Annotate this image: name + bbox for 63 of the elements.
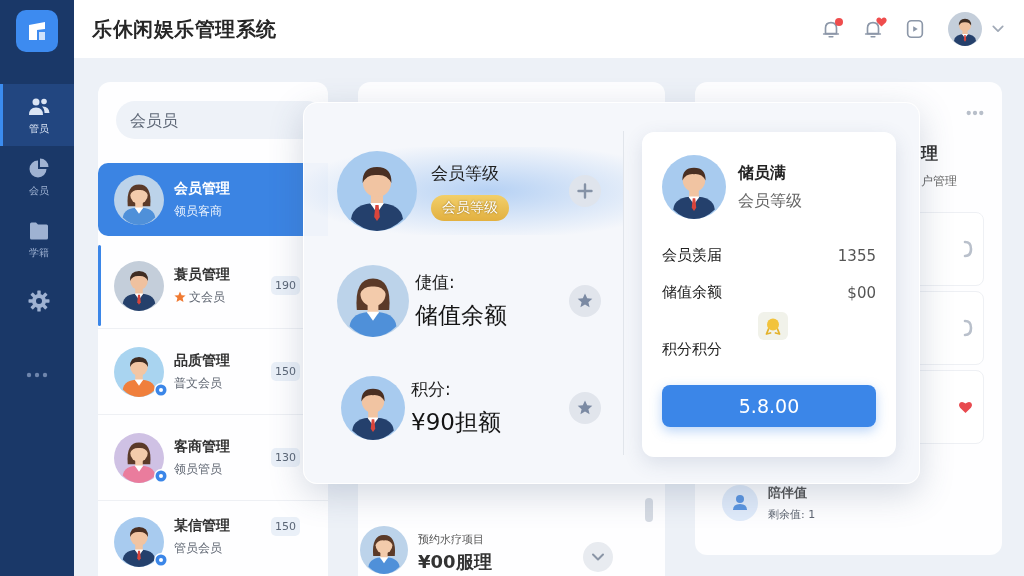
settings-icon xyxy=(26,289,51,313)
member-role: 领员管员 xyxy=(174,460,222,478)
level-tag: 会员等级 xyxy=(431,194,509,221)
plus-icon[interactable] xyxy=(569,175,601,207)
more-icon[interactable] xyxy=(966,110,984,116)
member-role: 管员会员 xyxy=(174,540,222,557)
amount-button[interactable]: 5.8.00 xyxy=(662,385,876,427)
logo-icon xyxy=(16,10,58,52)
user-icon xyxy=(722,485,758,521)
member-list-item[interactable]: 某信管理 管员会员 150 xyxy=(98,501,328,571)
member-name: 蓑员管理 xyxy=(174,265,230,284)
service-title: ¥00服理 xyxy=(418,550,492,574)
footer-title: 陪伴值 xyxy=(768,484,808,502)
service-list-item[interactable]: 预约水疗项目 ¥00服理 xyxy=(358,520,665,576)
field-label: 倢值: xyxy=(415,271,455,294)
member-name: 某信管理 xyxy=(174,517,230,535)
member-level: 会员等级 xyxy=(738,190,802,212)
avatar-icon xyxy=(337,265,409,337)
app-title: 乐休闲娱乐管理系统 xyxy=(92,15,277,43)
more-icon[interactable] xyxy=(26,372,48,378)
member-role: 领员客商 xyxy=(174,202,222,220)
stat-value: $00 xyxy=(847,283,876,302)
medal-icon xyxy=(758,312,788,340)
member-name: 会员管理 xyxy=(174,179,230,198)
member-name: 客商管理 xyxy=(174,437,230,456)
member-name: 储员满 xyxy=(738,162,787,184)
service-subtitle: 预约水疗项目 xyxy=(418,532,485,547)
member-level-title: 会员等级 xyxy=(431,161,499,185)
avatar-icon xyxy=(341,376,405,440)
avatar-icon xyxy=(337,151,417,231)
member-name: 品质管理 xyxy=(174,351,230,370)
footer-subtitle: 剩余值: 1 xyxy=(768,507,816,522)
stat-label: 储值余额 xyxy=(662,283,722,302)
sidebar-item[interactable]: 会员 xyxy=(0,146,74,208)
tablet-icon[interactable] xyxy=(904,18,926,40)
chevron-down-icon[interactable] xyxy=(583,542,613,572)
member-role: 普文会员 xyxy=(174,374,222,392)
field-value: ¥90担额 xyxy=(411,408,501,437)
avatar-icon xyxy=(662,155,726,219)
field-label: 积分: xyxy=(411,378,451,401)
member-role: 文会员 xyxy=(189,288,225,306)
avatar-icon xyxy=(114,260,164,311)
section-title: 理 xyxy=(921,142,938,165)
stat-label: 会员羡届 xyxy=(662,246,722,265)
member-count: 150 xyxy=(271,517,300,536)
avatar-icon xyxy=(114,174,164,225)
field-value: 储值余额 xyxy=(415,301,507,330)
points-label: 积分积分 xyxy=(662,340,722,359)
stat-value: 1355 xyxy=(837,246,876,265)
heart-icon[interactable] xyxy=(958,400,973,414)
section-subtitle: 户管理 xyxy=(921,173,957,190)
member-count: 130 xyxy=(271,448,300,467)
sidebar-item[interactable]: 学籍 xyxy=(0,208,74,270)
scrollbar-thumb[interactable] xyxy=(645,498,653,522)
chevron-down-icon[interactable] xyxy=(992,25,1004,33)
member-count: 190 xyxy=(271,276,300,295)
avatar-icon xyxy=(114,346,164,397)
sidebar-item[interactable]: 管员 xyxy=(0,84,74,146)
member-row[interactable]: 会员等级 会员等级 xyxy=(304,147,623,235)
avatar-icon xyxy=(114,517,164,567)
avatar-icon[interactable] xyxy=(948,12,982,46)
avatar-icon xyxy=(114,432,164,483)
member-count: 150 xyxy=(271,362,300,381)
